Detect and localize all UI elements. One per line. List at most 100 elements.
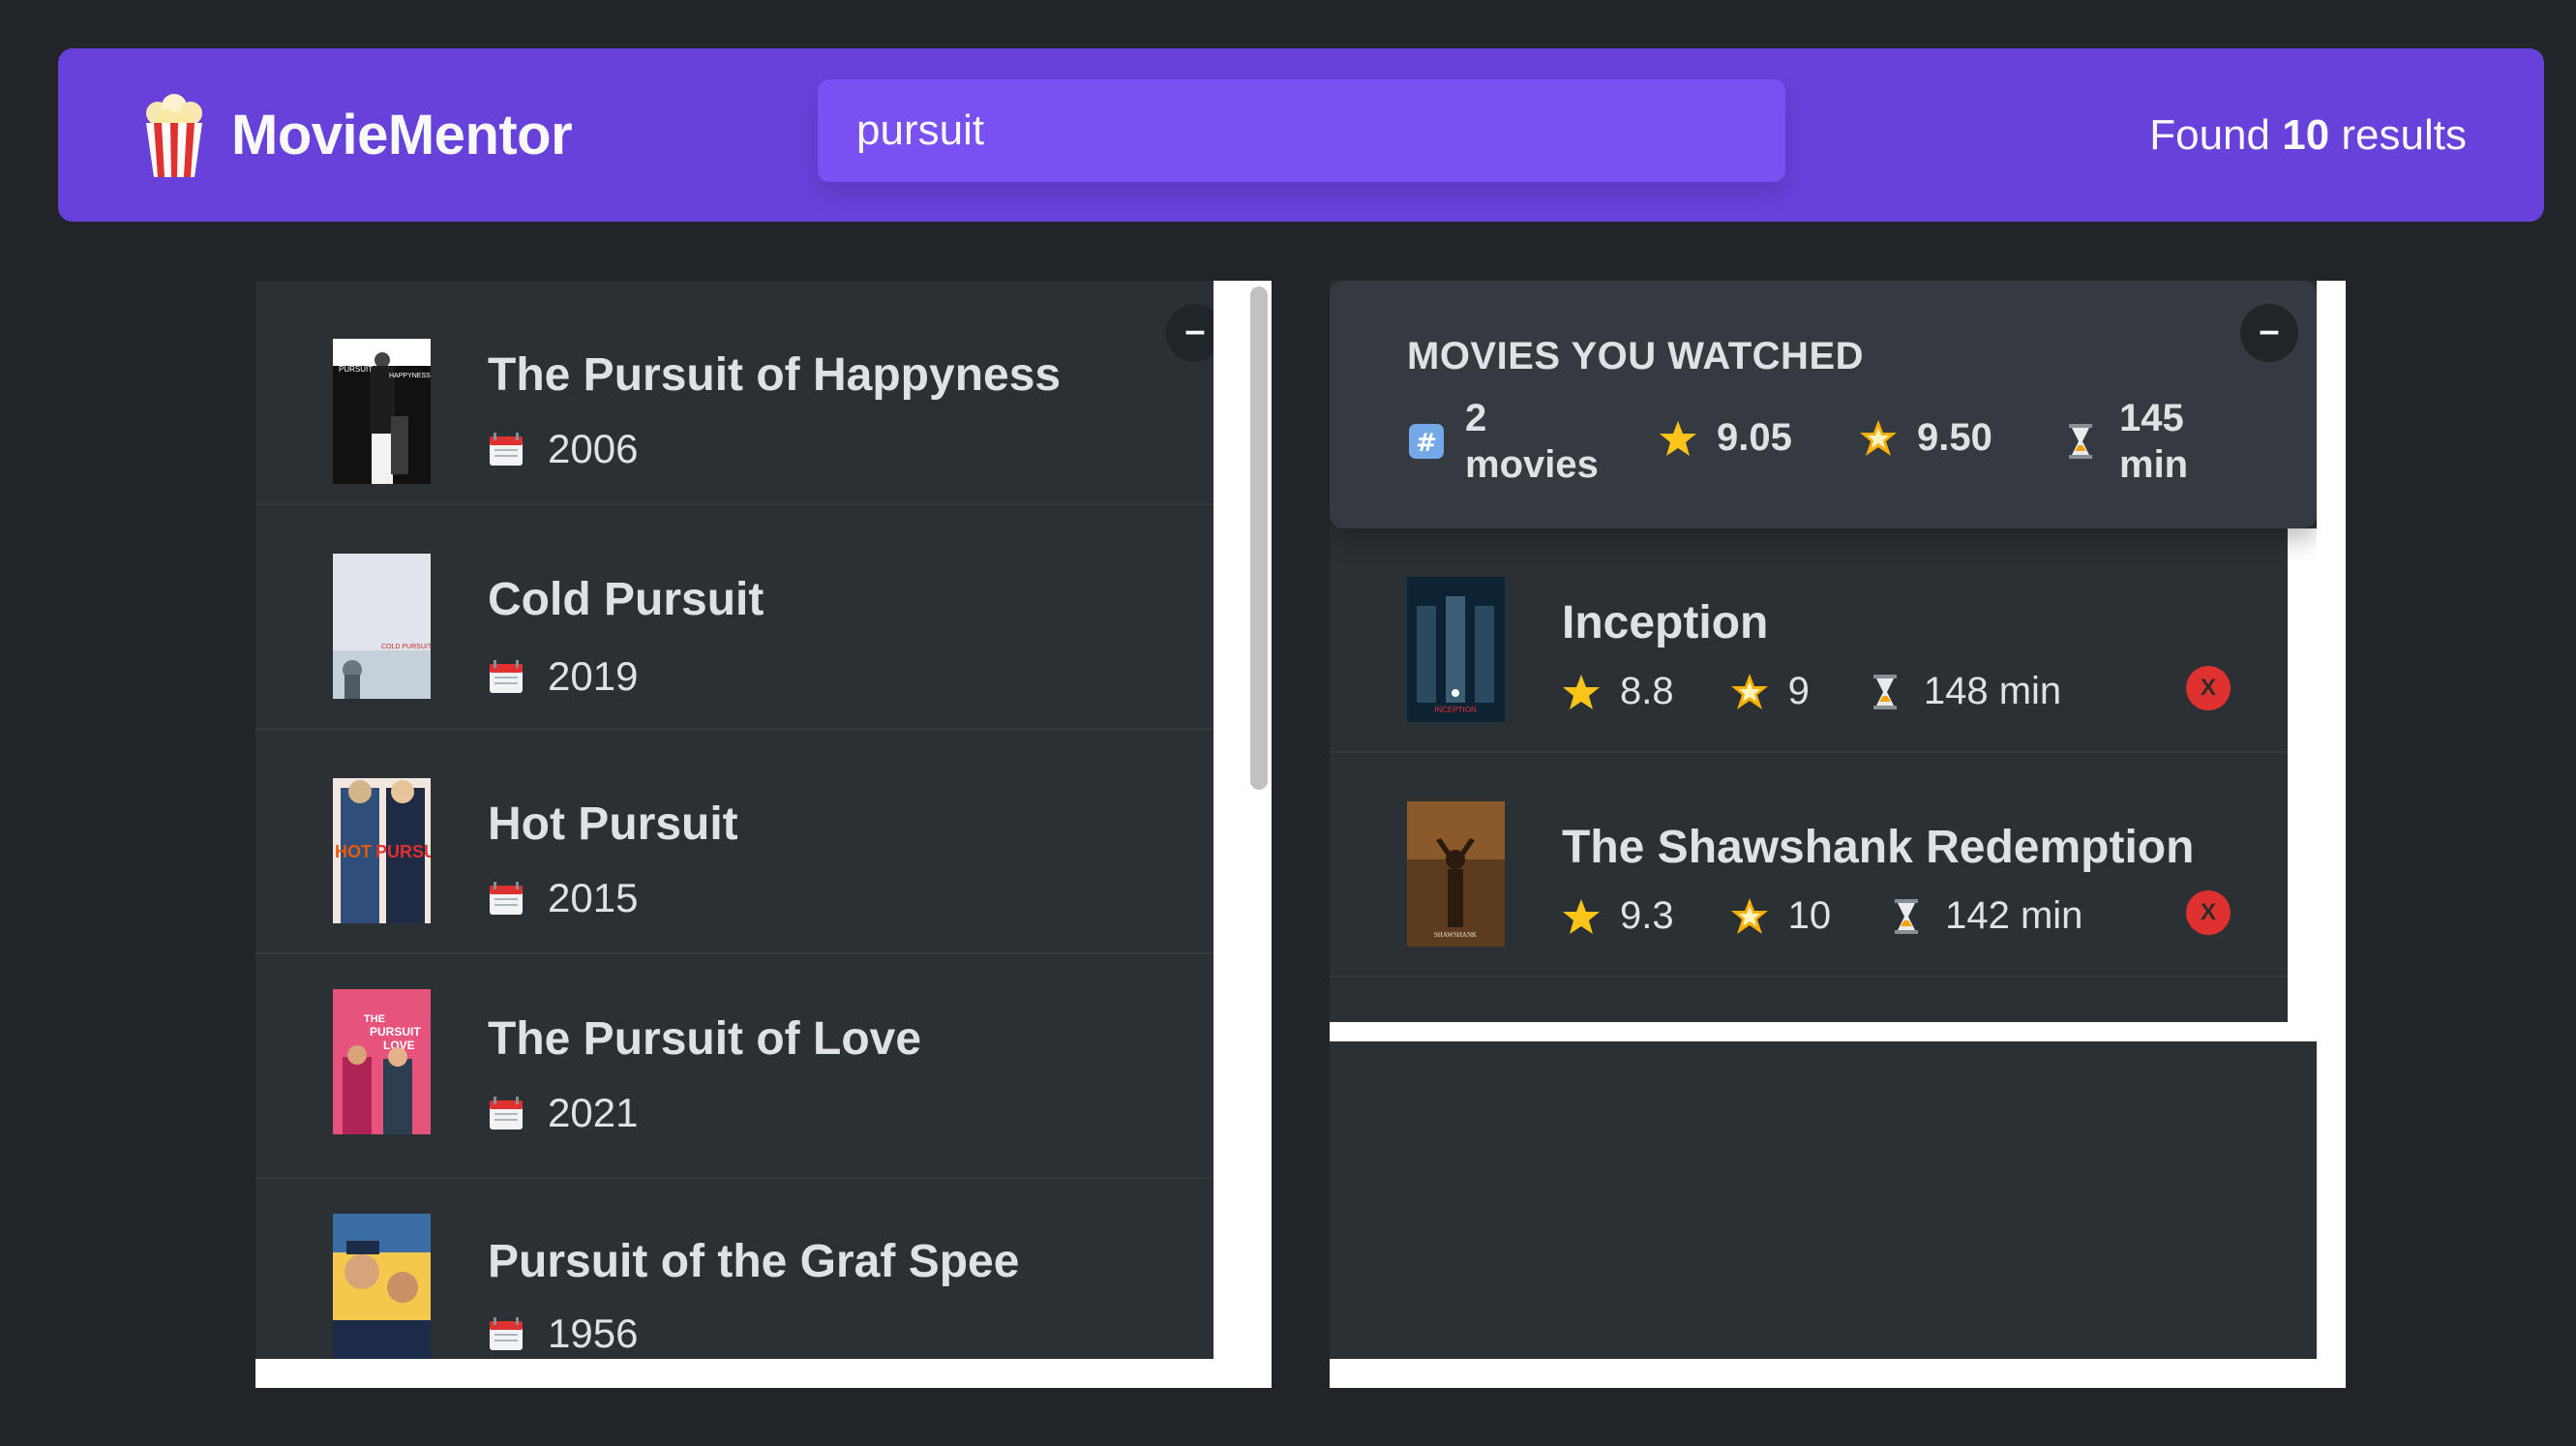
list-item: SHAWSHANK The Shawshank Redemption 9.3 1…: [1330, 753, 2288, 978]
movie-title: The Pursuit of Happyness: [488, 349, 1062, 401]
runtime-unit: min: [2119, 443, 2189, 486]
movie-stats: 8.8 9 148 min: [1562, 670, 2117, 713]
summary-title: MOVIES YOU WATCHED: [1407, 335, 1865, 377]
year-text: 1956: [548, 1310, 639, 1356]
calendar-icon: [490, 660, 523, 693]
list-item[interactable]: Pursuit of the Graf Spee 1956: [255, 1179, 1213, 1359]
calendar-icon: [490, 1097, 523, 1130]
svg-text:#: #: [1416, 429, 1437, 458]
popcorn-icon: [146, 94, 202, 177]
list-item[interactable]: COLD PURSUIT Cold Pursuit 2019: [255, 505, 1213, 730]
movie-title: Inception: [1562, 597, 1769, 648]
movie-title: Pursuit of the Graf Spee: [488, 1236, 1020, 1287]
star-icon: [1563, 898, 1600, 934]
svg-text:HAPPYNESS: HAPPYNESS: [389, 373, 431, 379]
list-item[interactable]: PURSUIT HAPPYNESS The Pursuit of Happyne…: [255, 281, 1213, 505]
movie-title: The Pursuit of Love: [488, 1013, 922, 1065]
glowing-star-icon: [1730, 673, 1768, 709]
watched-box: MOVIES YOU WATCHED # 2 movies 9.05 9.50 …: [1330, 281, 2346, 1388]
movie-year: 2006: [488, 426, 638, 472]
movie-poster: THE PURSUIT LOVE: [333, 989, 431, 1134]
runtime: 148 min: [1866, 670, 2061, 713]
user-value: 10: [1787, 894, 1832, 937]
glowing-star-icon: [1860, 419, 1897, 456]
count-unit: movies: [1465, 443, 1599, 486]
runtime-value: 142 min: [1945, 894, 2083, 937]
runtime: 142 min: [1887, 894, 2082, 938]
star-icon: [1563, 674, 1600, 709]
year-text: 2015: [548, 875, 639, 920]
list-item[interactable]: HOT PURSUIT Hot Pursuit 2015: [255, 730, 1213, 954]
nav-bar: MovieMentor Found 10 results: [58, 48, 2544, 222]
movie-title: Cold Pursuit: [488, 574, 764, 625]
movie-poster: HOT PURSUIT: [333, 778, 431, 923]
stat-user: 9.50: [1859, 416, 1992, 460]
hash-icon: #: [1409, 424, 1444, 459]
movie-year: 1956: [488, 1310, 638, 1357]
stat-runtime: 145 min: [2061, 395, 2188, 488]
year-text: 2021: [548, 1090, 639, 1135]
movie-poster: [333, 1214, 431, 1359]
movie-title: Hot Pursuit: [488, 798, 738, 850]
svg-text:THE: THE: [364, 1013, 385, 1025]
watched-list: INCEPTION Inception 8.8 9 148 min X SHAW…: [1330, 528, 2288, 1022]
results-suffix: results: [2341, 111, 2467, 159]
imdb-value: 9.3: [1620, 894, 1674, 937]
svg-text:INCEPTION: INCEPTION: [1434, 706, 1477, 714]
movie-year: 2019: [488, 653, 638, 700]
movie-year: 2021: [488, 1090, 638, 1136]
calendar-icon: [490, 882, 523, 915]
list-item[interactable]: THE PURSUIT LOVE The Pursuit of Love 202…: [255, 954, 1213, 1179]
hourglass-icon: [1895, 898, 1919, 934]
stat-count: # 2 movies: [1407, 395, 1599, 488]
results-number: 10: [2282, 111, 2330, 159]
svg-text:PURSUIT: PURSUIT: [375, 842, 431, 861]
imdb-average: 9.05: [1717, 416, 1792, 459]
user-value: 9: [1787, 670, 1810, 712]
count-value: 2: [1465, 397, 1487, 439]
results-count: Found 10 results: [2149, 111, 2467, 160]
user-rating: 9: [1730, 670, 1810, 713]
svg-text:PURSUIT: PURSUIT: [370, 1025, 421, 1039]
search-results-list[interactable]: PURSUIT HAPPYNESS The Pursuit of Happyne…: [255, 281, 1213, 1359]
search-results-box: PURSUIT HAPPYNESS The Pursuit of Happyne…: [255, 281, 1272, 1388]
watched-panel: MOVIES YOU WATCHED # 2 movies 9.05 9.50 …: [1330, 281, 2317, 1359]
movie-poster: COLD PURSUIT: [333, 554, 431, 699]
movie-poster: PURSUIT HAPPYNESS: [333, 339, 431, 484]
watched-summary: MOVIES YOU WATCHED # 2 movies 9.05 9.50 …: [1330, 281, 2317, 528]
calendar-icon: [490, 433, 523, 466]
calendar-icon: [490, 1317, 523, 1350]
movie-poster: INCEPTION: [1407, 577, 1505, 722]
delete-button[interactable]: X: [2186, 666, 2231, 710]
divider: [1330, 1022, 2317, 1041]
year-text: 2006: [548, 426, 639, 471]
collapse-button[interactable]: –: [2240, 304, 2298, 362]
svg-text:SHAWSHANK: SHAWSHANK: [1434, 931, 1477, 939]
search-input[interactable]: [818, 79, 1785, 182]
stat-imdb: 9.05: [1659, 416, 1792, 460]
movie-poster: SHAWSHANK: [1407, 801, 1505, 947]
watched-empty-area: [1330, 1041, 2317, 1359]
movie-title: The Shawshank Redemption: [1562, 822, 2195, 873]
imdb-value: 8.8: [1620, 670, 1674, 712]
hourglass-icon: [2069, 424, 2092, 459]
imdb-rating: 9.3: [1562, 894, 1674, 938]
app-title: MovieMentor: [231, 104, 573, 166]
imdb-rating: 8.8: [1562, 670, 1674, 713]
runtime-value: 148 min: [1923, 670, 2062, 712]
user-average: 9.50: [1917, 416, 1992, 459]
star-icon: [1660, 420, 1696, 456]
divider: [2288, 528, 2317, 1022]
list-item: INCEPTION Inception 8.8 9 148 min X: [1330, 528, 2288, 753]
user-rating: 10: [1730, 894, 1832, 938]
movie-stats: 9.3 10 142 min: [1562, 894, 2139, 938]
glowing-star-icon: [1730, 897, 1768, 934]
hourglass-icon: [1872, 674, 1897, 709]
svg-text:PURSUIT: PURSUIT: [339, 365, 373, 374]
runtime-value: 145: [2119, 397, 2184, 439]
svg-text:HOT: HOT: [335, 842, 372, 861]
movie-year: 2015: [488, 875, 638, 921]
year-text: 2019: [548, 653, 639, 699]
delete-button[interactable]: X: [2186, 890, 2231, 935]
scrollbar-thumb[interactable]: [1250, 286, 1268, 790]
